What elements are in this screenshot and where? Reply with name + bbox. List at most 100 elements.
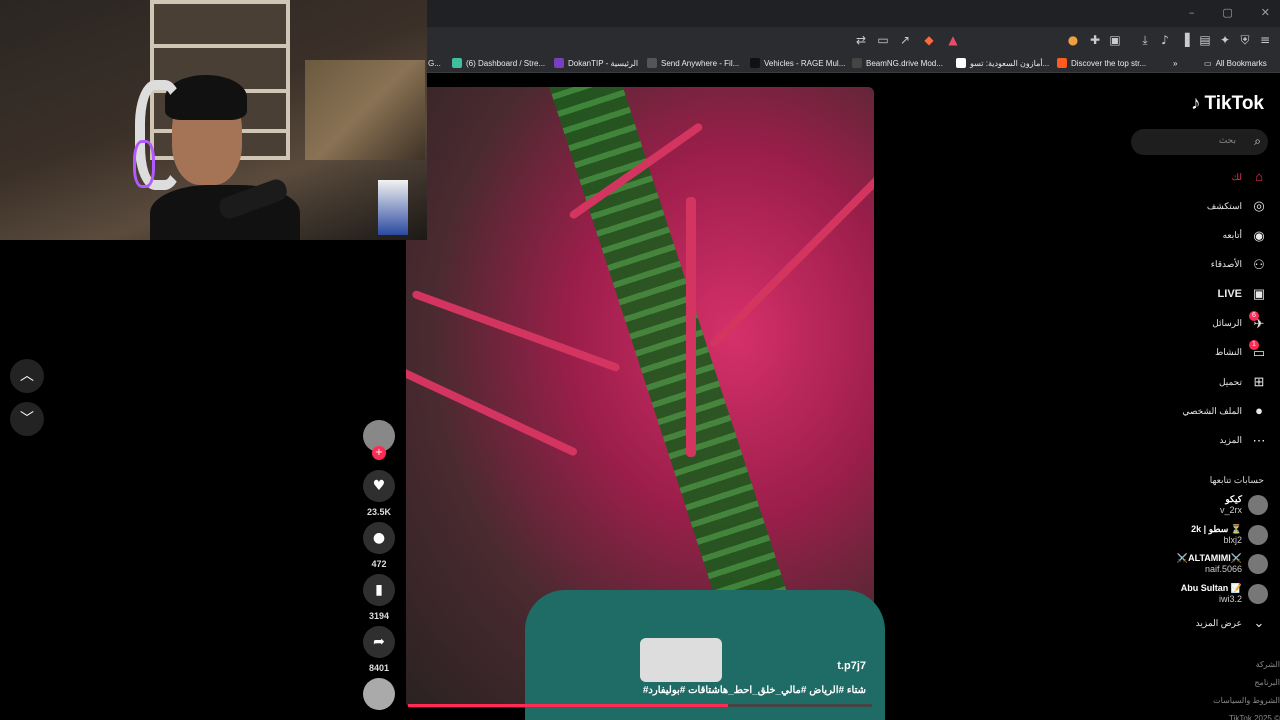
home-icon: ⌂	[1255, 169, 1263, 184]
sidebar-item-compass[interactable]: استكشف ◎	[1207, 195, 1268, 217]
window-controls: – ▢ ✕	[1189, 6, 1270, 19]
following-account[interactable]: 2k | سطو ⏳ blxj2	[1191, 524, 1268, 546]
following-account-text: كيكو v_2rx	[1220, 494, 1242, 516]
seat-plate	[640, 638, 722, 682]
cast-icon[interactable]: ▭	[874, 31, 892, 49]
sidebar-item-label: الرسائل	[1212, 318, 1242, 328]
following-account[interactable]: Abu Sultan 📝 iwi3.2	[1181, 583, 1268, 605]
media-icon[interactable]: ♪	[1156, 31, 1174, 49]
following-handle: naif.5066	[1204, 564, 1242, 574]
sidebar-item-activity[interactable]: النشاط ▭ 1	[1214, 339, 1268, 364]
sidebar-item-profile[interactable]: الملف الشخصي ●	[1182, 400, 1268, 422]
bookmark-label: BeamNG.drive Mod...	[866, 58, 943, 68]
search-icon[interactable]: ⌕	[1254, 134, 1261, 149]
sidebar-item-label: تحميل	[1218, 376, 1242, 387]
reading-icon[interactable]: ▐	[1176, 31, 1194, 49]
sidebar-icon[interactable]: ▣	[1106, 31, 1124, 49]
comment-button[interactable]: ●	[363, 522, 395, 554]
bookmark-favicon-icon	[452, 58, 462, 68]
bookmark-item[interactable]: DokanTIP - الرئيسية	[554, 56, 638, 70]
all-bookmarks[interactable]: ▭ All Bookmarks	[1204, 56, 1267, 70]
drink-cup	[378, 180, 408, 235]
bookmark-label: Discover the top str...	[1071, 58, 1147, 68]
footer-link[interactable]: الشروط والسياسات	[1213, 696, 1280, 705]
following-account[interactable]: كيكو v_2rx	[1220, 494, 1268, 516]
following-name: Abu Sultan 📝	[1180, 582, 1242, 593]
bookmark-prefix[interactable]: G...	[428, 56, 441, 70]
screen: – ▢ ✕ ⇄ ▭ ↗ ◆ ▲ ● ✚ ▣ ⤓ ♪ ▐ ▤ ✦ ⛨ ≡ G...…	[0, 0, 1280, 720]
following-title: حسابات تتابعها	[1209, 475, 1264, 485]
puzzle-icon[interactable]: ✚	[1086, 31, 1104, 49]
sidebar-item-friends[interactable]: الأصدقاء ⚇	[1211, 254, 1268, 276]
footer-link[interactable]: البرنامج	[1254, 678, 1280, 687]
sidebar-item-home[interactable]: لك ⌂	[1232, 166, 1268, 188]
translate-icon[interactable]: ⇄	[852, 31, 870, 49]
following-account-text: Abu Sultan 📝 iwi3.2	[1181, 583, 1242, 605]
sidebar-item-live[interactable]: LIVE ▣	[1218, 283, 1268, 305]
minimize-button[interactable]: –	[1189, 6, 1195, 19]
bookmark-item[interactable]: Discover the top str...	[1057, 56, 1146, 70]
sidebar-item-more[interactable]: المزيد ⋯	[1219, 430, 1268, 452]
sound-disc[interactable]	[363, 678, 395, 710]
share-icon[interactable]: ↗	[896, 31, 914, 49]
avatar	[1248, 495, 1268, 515]
coaster-rail	[686, 197, 696, 457]
sidebar-item-label: الأصدقاء	[1210, 259, 1242, 270]
bookmark-item[interactable]: BeamNG.drive Mod...	[852, 56, 943, 70]
following-account-text: 2k | سطو ⏳ blxj2	[1191, 524, 1242, 546]
bookmark-label: أمازون السعودية: تسو...	[970, 58, 1050, 68]
sidebar-item-messages[interactable]: الرسائل ✈ 6	[1212, 310, 1268, 335]
close-button[interactable]: ✕	[1261, 6, 1270, 19]
bookmarks-overflow-icon[interactable]: »	[1173, 56, 1177, 70]
more-icon: ⋯	[1252, 432, 1266, 448]
like-button[interactable]: ♥	[363, 470, 395, 502]
following-account[interactable]: ⚔️ALTAMIMI⚔️ naif.5066	[1177, 553, 1268, 575]
wallet-icon[interactable]: ▤	[1196, 31, 1214, 49]
bookmark-icon: ▮	[375, 582, 383, 598]
chevron-down-icon: ﹀	[20, 411, 34, 427]
extension-icon[interactable]: ●	[1064, 31, 1082, 49]
footer-link[interactable]: الشركة	[1256, 660, 1280, 669]
save-button[interactable]: ▮	[363, 574, 395, 606]
sidebar-item-label: النشاط	[1214, 347, 1242, 358]
chevron-up-icon: ︿	[20, 368, 34, 384]
share-button[interactable]: ➦	[363, 626, 395, 658]
following-icon: ◉	[1253, 227, 1265, 243]
upload-icon: ⊞	[1253, 374, 1265, 390]
menu-icon[interactable]: ≡	[1256, 31, 1274, 49]
bookmark-favicon-icon	[647, 58, 657, 68]
download-icon[interactable]: ⤓	[1136, 31, 1154, 49]
leo-icon[interactable]: ✦	[1216, 31, 1234, 49]
following-name: كيكو	[1225, 494, 1242, 504]
bookmark-item[interactable]: أمازون السعودية: تسو...	[956, 56, 1049, 70]
see-more-button[interactable]: عرض المزيد ⌄	[1196, 612, 1268, 634]
tiktok-logo[interactable]: ♪ TikTok	[1191, 93, 1264, 115]
video-progress[interactable]	[408, 704, 872, 707]
sidebar-item-upload[interactable]: تحميل ⊞	[1219, 371, 1268, 393]
following-handle: iwi3.2	[1218, 593, 1242, 604]
bookmark-item[interactable]: (6) Dashboard / Stre...	[452, 56, 545, 70]
search-input[interactable]: بحث ⌕	[1131, 129, 1268, 155]
brave-shield-icon[interactable]: ◆	[920, 31, 938, 49]
sidebar-item-following[interactable]: أتابعه ◉	[1223, 225, 1268, 247]
following-handle: blxj2	[1223, 534, 1242, 545]
headset-light	[133, 140, 155, 188]
maximize-button[interactable]: ▢	[1222, 6, 1232, 19]
follow-plus-icon[interactable]: +	[372, 446, 386, 460]
previous-video-button[interactable]: ︿	[10, 359, 44, 393]
bookmark-label: Vehicles - RAGE Mul...	[764, 58, 846, 68]
brave-rewards-icon[interactable]: ▲	[944, 31, 962, 49]
footer-link[interactable]: TikTok 2025 ©	[1229, 714, 1280, 720]
search-placeholder: بحث	[1218, 136, 1236, 146]
sidebar-item-label: أتابعه	[1222, 230, 1242, 241]
next-video-button[interactable]: ﹀	[10, 402, 44, 436]
heart-icon: ♥	[372, 478, 386, 494]
save-count: 3194	[368, 611, 390, 621]
video-username[interactable]: t.p7j7	[837, 660, 866, 672]
webcam-overlay	[0, 0, 427, 240]
like-count: 23.5K	[366, 507, 392, 517]
bookmark-item[interactable]: Send Anywhere - Fil...	[647, 56, 739, 70]
folder-icon: ▭	[1204, 58, 1212, 68]
vpn-icon[interactable]: ⛨	[1236, 31, 1254, 49]
bookmark-item[interactable]: Vehicles - RAGE Mul...	[750, 56, 845, 70]
